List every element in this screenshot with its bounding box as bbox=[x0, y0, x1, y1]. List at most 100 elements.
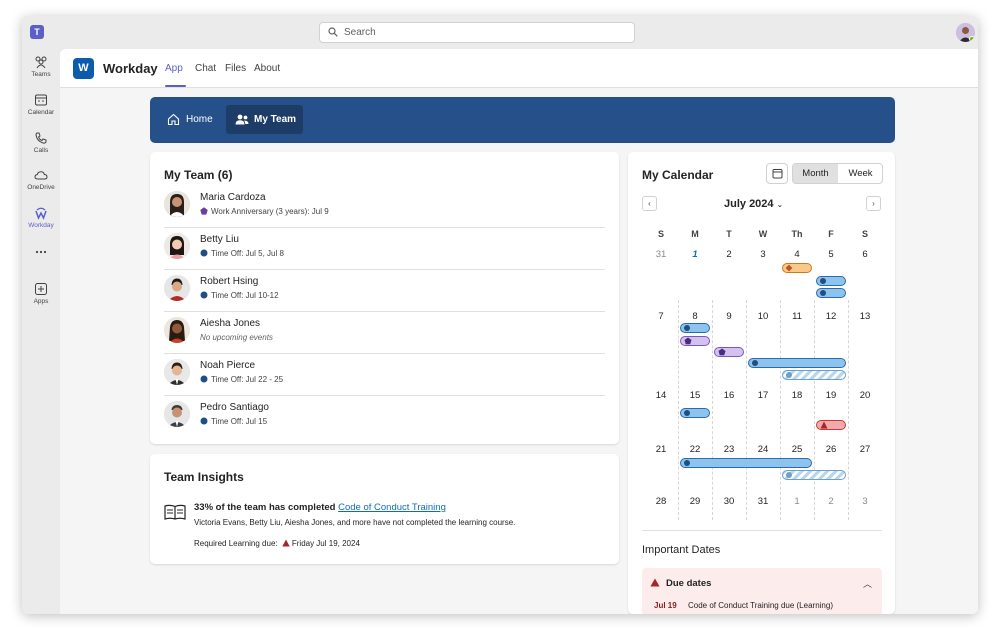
member-event-text: No upcoming events bbox=[200, 333, 273, 342]
rail-item-teams[interactable]: Teams bbox=[22, 55, 60, 78]
calendar-day[interactable]: 31 bbox=[746, 496, 780, 507]
calendar-day[interactable]: 2 bbox=[712, 249, 746, 260]
workday-nav-bar: Home My Team bbox=[150, 97, 895, 143]
calendar-event-bar[interactable] bbox=[680, 336, 710, 346]
team-member-row[interactable]: Maria Cardoza Work Anniversary (3 years)… bbox=[164, 186, 605, 228]
calendar-day[interactable]: 16 bbox=[712, 390, 746, 401]
team-member-row[interactable]: Aiesha Jones No upcoming events bbox=[164, 312, 605, 354]
calendar-day[interactable]: 8 bbox=[678, 311, 712, 322]
tab-chat[interactable]: Chat bbox=[195, 63, 216, 74]
tab-files[interactable]: Files bbox=[225, 63, 246, 74]
calendar-event-bar[interactable] bbox=[714, 347, 744, 357]
rail-item-calls[interactable]: Calls bbox=[22, 131, 60, 154]
calendar-event-bar[interactable] bbox=[816, 288, 846, 298]
team-member-row[interactable]: Noah Pierce Time Off: Jul 22 - 25 bbox=[164, 354, 605, 396]
teams-icon bbox=[35, 56, 47, 69]
calendar-day[interactable]: 22 bbox=[678, 444, 712, 455]
more-icon bbox=[35, 250, 47, 254]
member-name: Noah Pierce bbox=[200, 360, 256, 371]
title-bar: T Search bbox=[22, 16, 978, 49]
search-input[interactable]: Search bbox=[319, 22, 635, 43]
rail-item-workday[interactable]: Workday bbox=[22, 206, 60, 229]
my-team-nav-button[interactable]: My Team bbox=[226, 105, 303, 134]
calendar-event-bar[interactable] bbox=[680, 323, 710, 333]
member-event: Work Anniversary (3 years): Jul 9 bbox=[200, 207, 329, 216]
avatar bbox=[164, 359, 190, 385]
calendar-day[interactable]: 31 bbox=[644, 249, 678, 260]
calendar-day[interactable]: 7 bbox=[644, 311, 678, 322]
calendar-day[interactable]: 6 bbox=[848, 249, 882, 260]
day-of-week-label: S bbox=[861, 229, 868, 239]
calendar-day[interactable]: 1 bbox=[678, 249, 712, 260]
calendar-day[interactable]: 5 bbox=[814, 249, 848, 260]
calendar-day[interactable]: 23 bbox=[712, 444, 746, 455]
workday-icon bbox=[35, 207, 47, 220]
workday-app-panel: W Workday App Chat Files About Home My T… bbox=[60, 49, 978, 614]
calendar-day[interactable]: 29 bbox=[678, 496, 712, 507]
rail-item-onedrive[interactable]: OneDrive bbox=[22, 168, 60, 191]
column-separator bbox=[848, 300, 849, 520]
tab-app[interactable]: App bbox=[165, 63, 183, 74]
warning-triangle-icon bbox=[650, 578, 660, 587]
calendar-day[interactable]: 25 bbox=[780, 444, 814, 455]
my-calendar-card: My Calendar Month Week ‹ July 2024 ⌄ › SM… bbox=[628, 152, 895, 614]
calendar-event-bar[interactable] bbox=[680, 408, 710, 418]
column-separator bbox=[814, 300, 815, 520]
column-separator bbox=[678, 300, 679, 520]
team-member-row[interactable]: Betty Liu Time Off: Jul 5, Jul 8 bbox=[164, 228, 605, 270]
calendar-day[interactable]: 12 bbox=[814, 311, 848, 322]
time-off-dot-icon bbox=[684, 410, 690, 416]
calendar-day[interactable]: 17 bbox=[746, 390, 780, 401]
calendar-day[interactable]: 28 bbox=[644, 496, 678, 507]
calendar-day[interactable]: 24 bbox=[746, 444, 780, 455]
profile-avatar[interactable] bbox=[956, 23, 975, 42]
day-of-week-label: W bbox=[758, 229, 768, 239]
calendar-event-bar[interactable] bbox=[680, 458, 812, 468]
member-event: Time Off: Jul 15 bbox=[200, 417, 267, 426]
time-off-dot-icon bbox=[684, 460, 690, 466]
member-event: Time Off: Jul 22 - 25 bbox=[200, 375, 283, 384]
anniversary-pentagon-icon bbox=[718, 348, 726, 356]
calendar-day[interactable]: 11 bbox=[780, 311, 814, 322]
calendar-day[interactable]: 14 bbox=[644, 390, 678, 401]
calendar-day[interactable]: 3 bbox=[746, 249, 780, 260]
calendar-day[interactable]: 20 bbox=[848, 390, 882, 401]
home-nav-button[interactable]: Home bbox=[158, 105, 220, 134]
rail-item-apps[interactable]: Apps bbox=[22, 282, 60, 305]
calendar-day[interactable]: 2 bbox=[814, 496, 848, 507]
calendar-day[interactable]: 15 bbox=[678, 390, 712, 401]
diamond-icon bbox=[785, 264, 793, 272]
calendar-day[interactable]: 19 bbox=[814, 390, 848, 401]
rail-item-calendar[interactable]: Calendar bbox=[22, 93, 60, 116]
calendar-event-bar[interactable] bbox=[782, 370, 846, 380]
calendar-day[interactable]: 26 bbox=[814, 444, 848, 455]
calendar-day[interactable]: 27 bbox=[848, 444, 882, 455]
calendar-day[interactable]: 1 bbox=[780, 496, 814, 507]
calendar-day[interactable]: 30 bbox=[712, 496, 746, 507]
column-separator bbox=[780, 300, 781, 520]
calendar-event-bar[interactable] bbox=[816, 276, 846, 286]
due-dates-title: Due dates bbox=[666, 578, 712, 589]
people-icon bbox=[235, 114, 249, 125]
tab-about[interactable]: About bbox=[254, 63, 280, 74]
calendar-day[interactable]: 21 bbox=[644, 444, 678, 455]
calendar-day[interactable]: 3 bbox=[848, 496, 882, 507]
team-member-row[interactable]: Pedro Santiago Time Off: Jul 15 bbox=[164, 396, 605, 438]
calendar-event-bar[interactable] bbox=[782, 263, 812, 273]
person-photo-icon bbox=[164, 275, 190, 301]
calendar-event-bar[interactable] bbox=[816, 420, 846, 430]
calendar-day[interactable]: 10 bbox=[746, 311, 780, 322]
course-link[interactable]: Code of Conduct Training bbox=[338, 502, 446, 513]
due-dates-section[interactable]: Due dates ︿ Jul 19 Code of Conduct Train… bbox=[642, 568, 882, 614]
calendar-day[interactable]: 4 bbox=[780, 249, 814, 260]
calendar-day[interactable]: 9 bbox=[712, 311, 746, 322]
team-member-row[interactable]: Robert Hsing Time Off: Jul 10-12 bbox=[164, 270, 605, 312]
chevron-up-icon[interactable]: ︿ bbox=[863, 577, 872, 590]
calendar-event-bar[interactable] bbox=[748, 358, 846, 368]
insight-percent-text: 33% of the team has completed bbox=[194, 502, 336, 513]
calendar-event-bar[interactable] bbox=[782, 470, 846, 480]
rail-item-more[interactable] bbox=[22, 248, 60, 258]
calendar-day[interactable]: 13 bbox=[848, 311, 882, 322]
presence-available-icon bbox=[969, 36, 975, 42]
calendar-day[interactable]: 18 bbox=[780, 390, 814, 401]
